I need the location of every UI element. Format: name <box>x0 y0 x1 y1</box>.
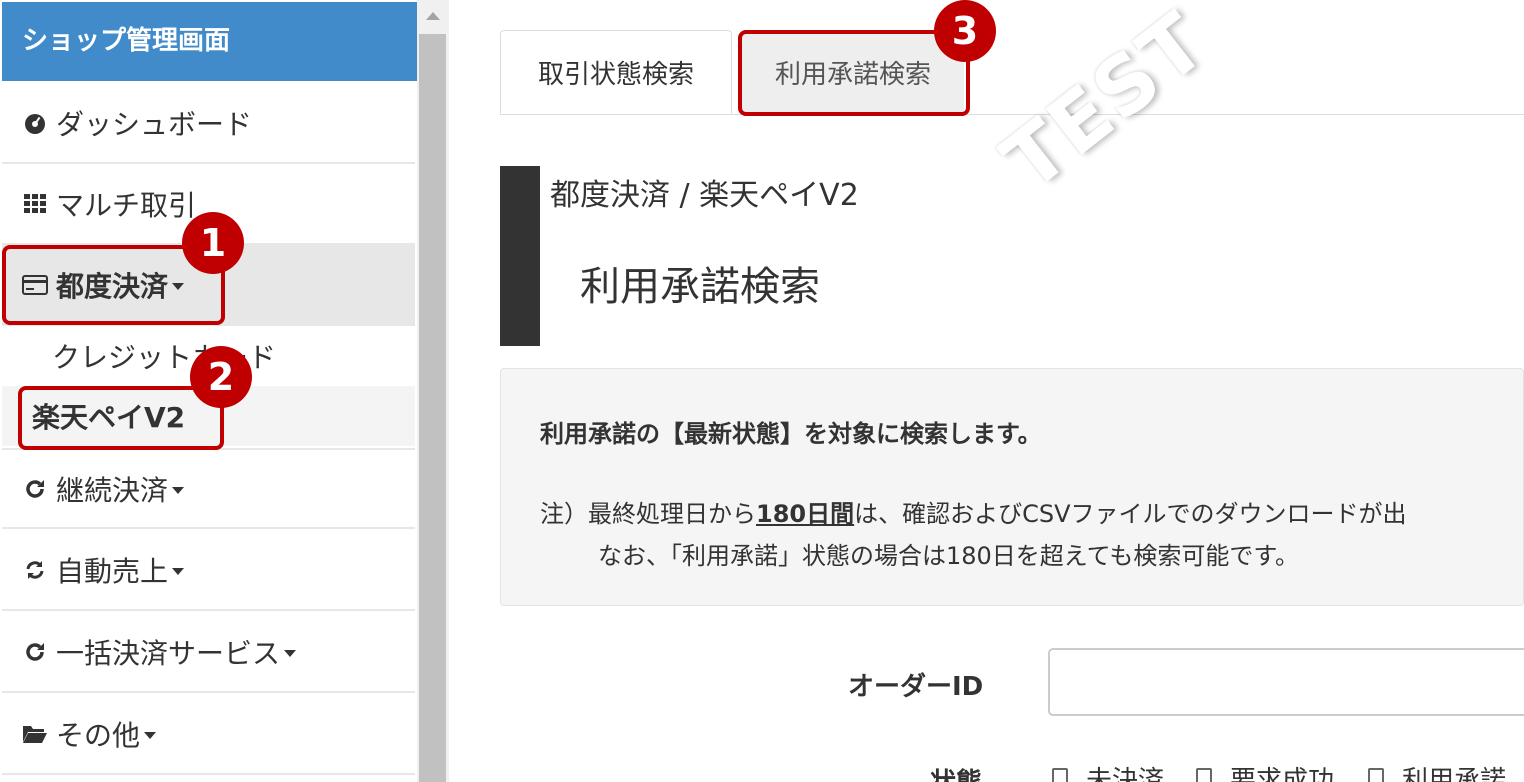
sidebar-item-label: その他 <box>56 718 141 752</box>
sidebar-item-label: 都度決済 <box>56 269 169 303</box>
app-root: ショップ管理画面 ダッシュボード マルチ取引 都度決済 クレジットカード 楽天ペ… <box>0 0 1524 782</box>
annotation-badge-1: 1 <box>182 212 244 274</box>
annotation-badge-2: 2 <box>190 346 252 408</box>
tab-transaction-status-search[interactable]: 取引状態検索 <box>500 30 732 114</box>
credit-card-icon <box>20 270 50 300</box>
note-suffix: は、確認およびCSVファイルでのダウンロードが出 <box>854 500 1407 528</box>
order-id-label: オーダーID <box>848 672 984 702</box>
status-checkbox-unpaid[interactable] <box>1052 768 1068 782</box>
caret-down-icon <box>144 732 157 739</box>
sidebar-item-label: 一括決済サービス <box>56 636 281 670</box>
status-option-label: 利用承諾 <box>1402 766 1507 782</box>
dashboard-icon <box>20 108 50 138</box>
brand-title[interactable]: ショップ管理画面 <box>2 2 417 81</box>
info-note-line2: なお、「利用承諾」状態の場合は180日を超えても検索可能です。 <box>598 542 1300 570</box>
page-title: 利用承諾検索 <box>580 264 820 310</box>
sidebar-item-label: 自動売上 <box>56 554 169 588</box>
sidebar-item-auto-sales[interactable]: 自動売上 <box>2 530 415 611</box>
sidebar-item-dashboard[interactable]: ダッシュボード <box>2 83 415 164</box>
note-prefix: 注）最終処理日から <box>540 500 756 528</box>
sidebar-item-label: 継続決済 <box>56 473 169 507</box>
tabs-divider <box>500 114 1524 115</box>
caret-down-icon <box>172 568 185 575</box>
note-emphasis: 180日間 <box>756 500 855 528</box>
grid-icon <box>20 189 50 219</box>
status-checkbox-request-success[interactable] <box>1196 768 1212 782</box>
info-note-line1: 注）最終処理日から180日間は、確認およびCSVファイルでのダウンロードが出 <box>540 494 1407 529</box>
test-watermark: TEST <box>985 0 1224 209</box>
status-checkbox-usage-consent[interactable] <box>1368 768 1384 782</box>
folder-open-icon <box>20 719 50 749</box>
sidebar-item-label: ダッシュボード <box>56 107 253 141</box>
caret-down-icon <box>172 487 185 494</box>
caret-down-icon <box>284 650 297 657</box>
info-lead-text: 利用承諾の【最新状態】を対象に検索します。 <box>540 420 1042 448</box>
sidebar-item-batch[interactable]: 一括決済サービス <box>2 612 415 693</box>
status-option-label: 要求成功 <box>1230 766 1335 782</box>
refresh-icon <box>20 474 50 504</box>
sidebar-item-other[interactable]: その他 <box>2 694 415 775</box>
sidebar-item-label: マルチ取引 <box>56 188 197 222</box>
tab-label: 取引状態検索 <box>537 59 694 90</box>
refresh-icon <box>20 637 50 667</box>
annotation-badge-3: 3 <box>934 0 996 62</box>
sidebar-subitem-label: 楽天ペイV2 <box>32 401 186 434</box>
tab-label: 利用承諾検索 <box>774 59 931 90</box>
scroll-up-arrow-icon[interactable] <box>426 12 440 20</box>
scrollbar-thumb[interactable] <box>419 34 446 782</box>
heading-accent-bar <box>500 166 540 346</box>
status-option-label: 未決済 <box>1086 766 1165 782</box>
breadcrumb: 都度決済 / 楽天ペイV2 <box>550 178 859 213</box>
caret-down-icon <box>172 283 185 290</box>
tab-usage-consent-search[interactable]: 利用承諾検索 <box>742 30 964 114</box>
sync-icon <box>20 555 50 585</box>
status-label: 状態 <box>930 762 982 782</box>
order-id-input[interactable] <box>1048 648 1524 716</box>
sidebar-item-recurring[interactable]: 継続決済 <box>2 448 415 529</box>
